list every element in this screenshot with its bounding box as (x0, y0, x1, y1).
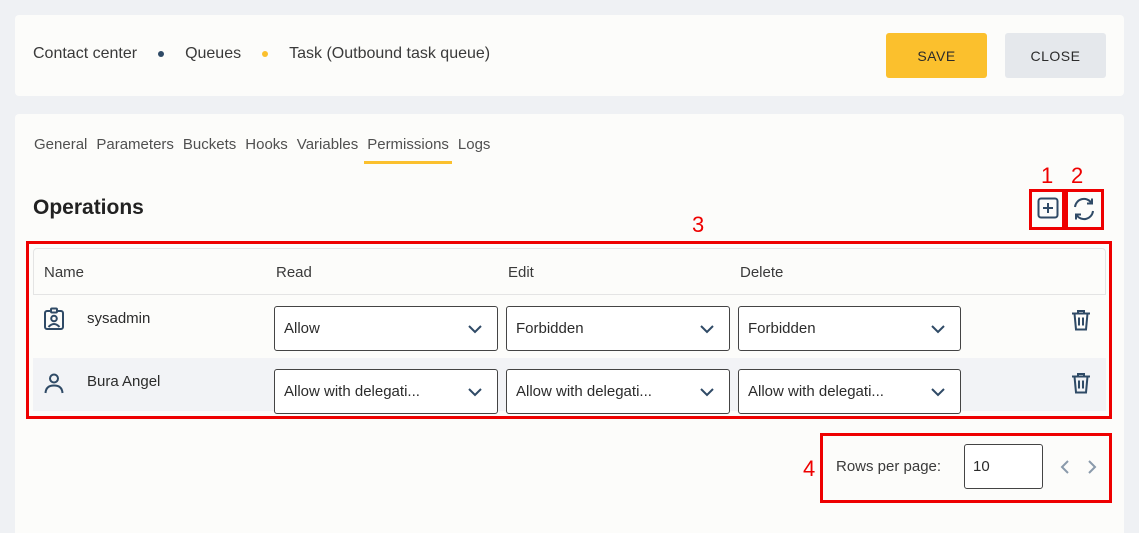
annotation-number-4: 4 (803, 456, 816, 481)
annotation-box-pagination (820, 433, 1112, 503)
tab-bar: General Parameters Buckets Hooks Variabl… (34, 136, 499, 164)
breadcrumb-item-current: Task (Outbound task queue) (289, 45, 491, 62)
section-title: Operations (33, 196, 144, 219)
annotation-number-2: 2 (1071, 163, 1084, 188)
annotation-number-1: 1 (1041, 163, 1054, 188)
breadcrumb-item-contact-center[interactable]: Contact center (33, 45, 137, 63)
breadcrumb-separator-dot (262, 51, 269, 57)
tab-logs[interactable]: Logs (458, 136, 491, 164)
breadcrumb: Contact center Queues Task (Outbound tas… (33, 45, 490, 63)
tab-hooks[interactable]: Hooks (245, 136, 288, 164)
annotation-box-table (26, 241, 1112, 419)
annotation-box-refresh (1065, 189, 1104, 230)
save-button[interactable]: SAVE (886, 33, 987, 78)
header-panel: Contact center Queues Task (Outbound tas… (15, 15, 1124, 96)
tab-permissions[interactable]: Permissions (364, 136, 452, 164)
close-button[interactable]: CLOSE (1005, 33, 1106, 78)
breadcrumb-separator-dot (158, 51, 165, 57)
annotation-box-add (1029, 189, 1065, 230)
breadcrumb-item-queues[interactable]: Queues (185, 45, 241, 63)
tab-variables[interactable]: Variables (297, 136, 358, 164)
annotation-number-3: 3 (692, 212, 705, 237)
tab-parameters[interactable]: Parameters (96, 136, 174, 164)
tab-buckets[interactable]: Buckets (183, 136, 236, 164)
tab-general[interactable]: General (34, 136, 87, 164)
